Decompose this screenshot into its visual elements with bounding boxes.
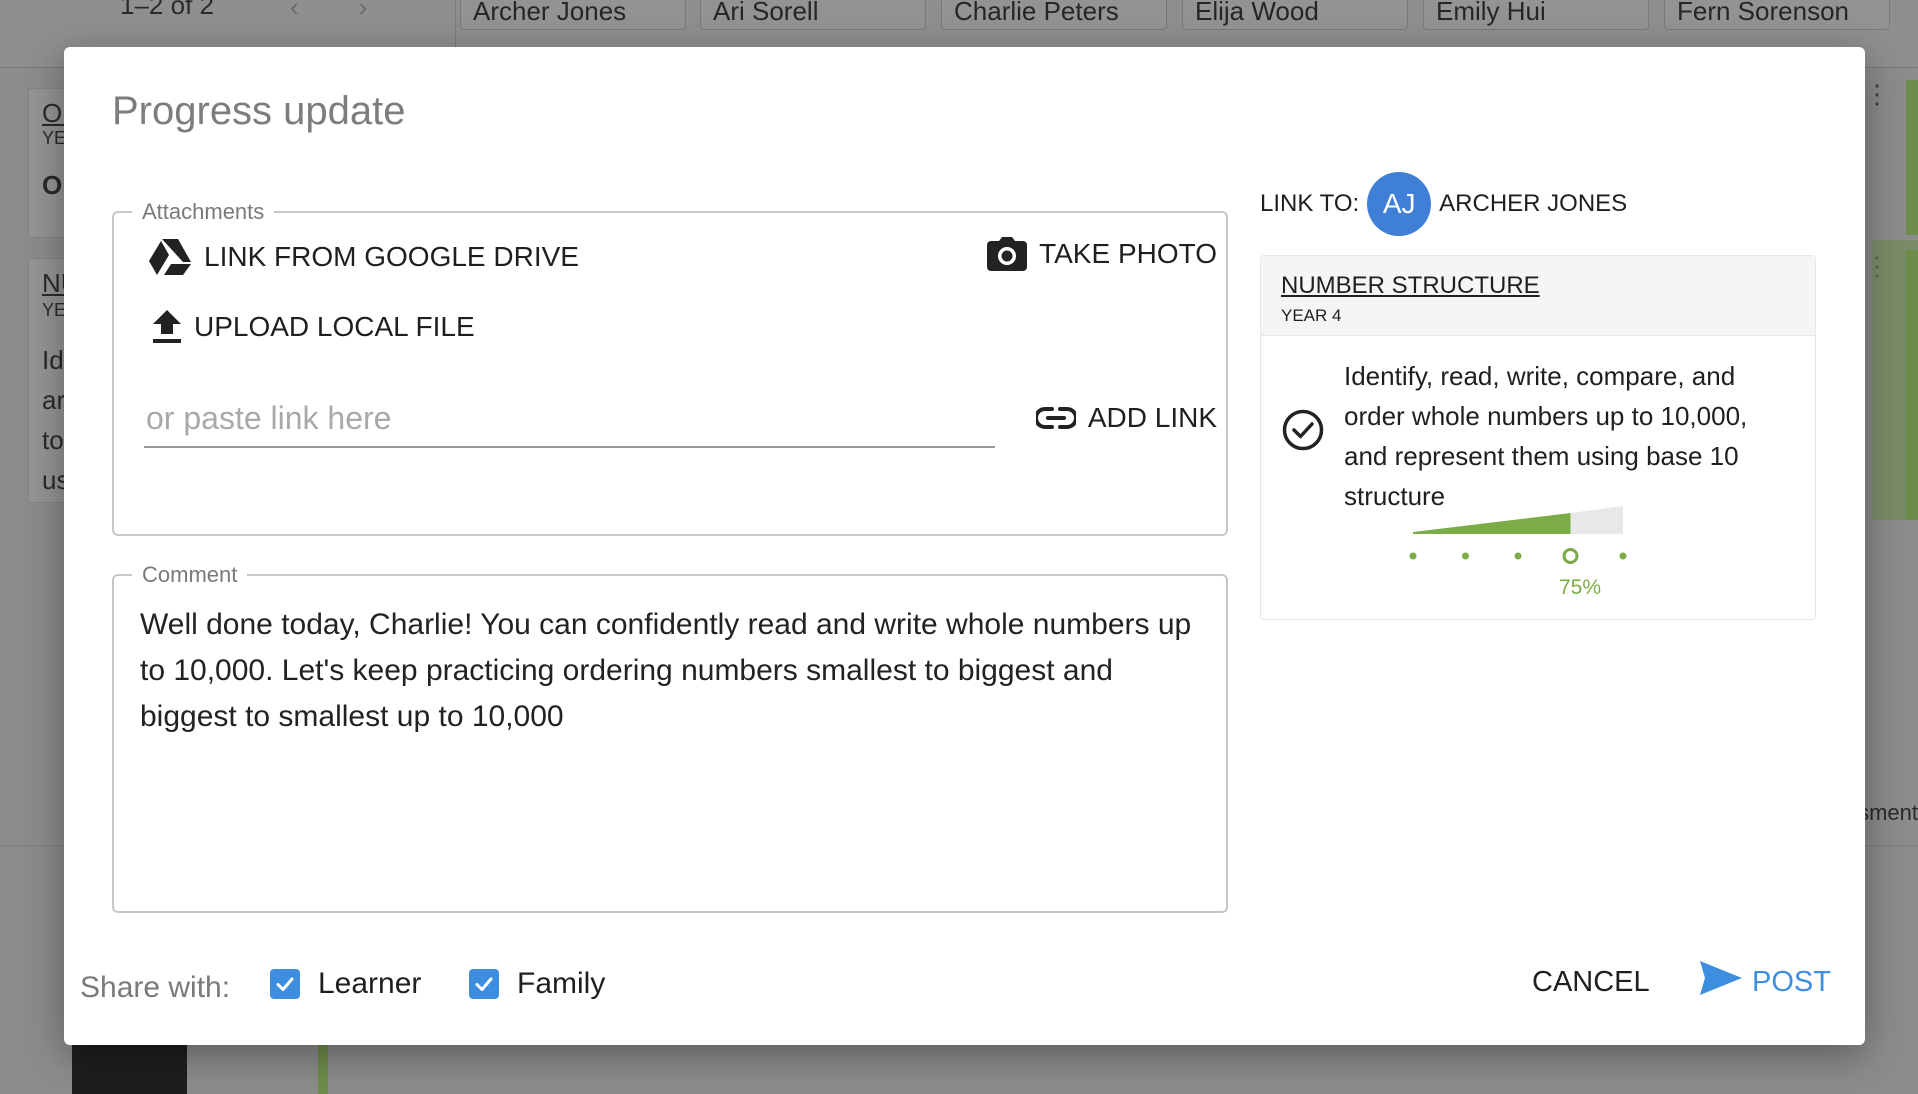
add-link-label: ADD LINK [1087, 402, 1217, 433]
outcome-header: NUMBER STRUCTURE YEAR 4 [1261, 256, 1815, 336]
dialog-title: Progress update [112, 89, 406, 133]
background-card-text: O [42, 170, 63, 200]
link-google-drive-button[interactable]: LINK FROM GOOGLE DRIVE [148, 237, 579, 277]
send-icon [1700, 961, 1742, 1003]
share-learner-label: Learner [318, 967, 422, 1000]
share-with-label: Share with: [80, 971, 231, 1004]
check-circle-icon [1281, 408, 1325, 457]
outcome-title[interactable]: NUMBER STRUCTURE [1281, 272, 1540, 300]
share-family-checkbox[interactable]: Family [469, 967, 605, 1001]
background-text-fragment: sment [1858, 800, 1918, 825]
background-green-card [1872, 240, 1918, 520]
background-card-text: to [42, 425, 64, 455]
pager-arrows: ‹› [290, 0, 428, 22]
pager-count: 1–2 of 2 [120, 0, 214, 20]
comment-textarea[interactable]: Well done today, Charlie! You can confid… [140, 602, 1200, 740]
upload-icon [152, 310, 182, 344]
progress-indicator [1409, 506, 1627, 564]
google-drive-icon [148, 237, 192, 277]
take-photo-button[interactable]: TAKE PHOTO [987, 237, 1217, 271]
background-card-text: YE [42, 128, 67, 148]
outcome-year: YEAR 4 [1281, 306, 1342, 325]
checkbox-checked-icon [270, 969, 300, 999]
link-icon [1035, 406, 1076, 430]
student-tab: Fern Sorenson [1664, 0, 1890, 30]
background-card-text: ar [42, 385, 66, 415]
link-to-label: LINK TO: [1260, 190, 1360, 217]
student-tab: Charlie Peters [941, 0, 1167, 30]
progress-level-dot [1409, 552, 1417, 560]
outcome-card: NUMBER STRUCTURE YEAR 4 Identify, read, … [1260, 255, 1816, 620]
progress-current-marker [1562, 548, 1579, 564]
progress-fill [1413, 513, 1571, 534]
progress-level-dot [1619, 552, 1627, 560]
take-photo-label: TAKE PHOTO [1039, 238, 1217, 269]
post-button[interactable]: POST [1700, 957, 1831, 1007]
more-vert-icon: ⋮ [1864, 79, 1890, 109]
upload-local-file-button[interactable]: UPLOAD LOCAL FILE [152, 310, 475, 344]
camera-icon [987, 237, 1028, 271]
progress-level-dot [1462, 552, 1469, 560]
link-to-row: LINK TO: AJ ARCHER JONES [1260, 172, 1627, 236]
student-tab: Ari Sorell [700, 0, 926, 30]
attachments-legend: Attachments [142, 199, 265, 224]
add-link-button[interactable]: ADD LINK [1035, 402, 1217, 434]
checkbox-checked-icon [469, 969, 499, 999]
student-tab: Archer Jones [460, 0, 686, 30]
upload-label: UPLOAD LOCAL FILE [194, 311, 475, 342]
google-drive-label: LINK FROM GOOGLE DRIVE [204, 241, 579, 272]
background-card-text: Id [42, 345, 64, 375]
background-card-text: YE [42, 300, 67, 320]
student-tab: Elija Wood [1182, 0, 1408, 30]
cancel-button[interactable]: CANCEL [1532, 957, 1650, 1007]
share-family-label: Family [517, 967, 606, 1000]
progress-percent-label: 75% [1559, 576, 1602, 599]
share-learner-checkbox[interactable]: Learner [270, 967, 421, 1001]
linked-student-name: ARCHER JONES [1439, 190, 1628, 217]
paste-link-input[interactable] [144, 390, 995, 448]
student-tab: Emily Hui [1423, 0, 1649, 30]
background-thumbnail [72, 1040, 187, 1094]
comment-legend: Comment [142, 562, 238, 587]
outcome-description: Identify, read, write, compare, and orde… [1344, 361, 1748, 511]
progress-dots [1409, 548, 1627, 564]
post-label: POST [1752, 965, 1831, 998]
progress-update-dialog: Progress update Attachments LINK FROM GO… [64, 47, 1865, 1045]
progress-level-dot [1514, 552, 1522, 560]
background-green-bar [1906, 80, 1918, 235]
background-green-bar [318, 1040, 328, 1094]
avatar: AJ [1367, 172, 1432, 236]
